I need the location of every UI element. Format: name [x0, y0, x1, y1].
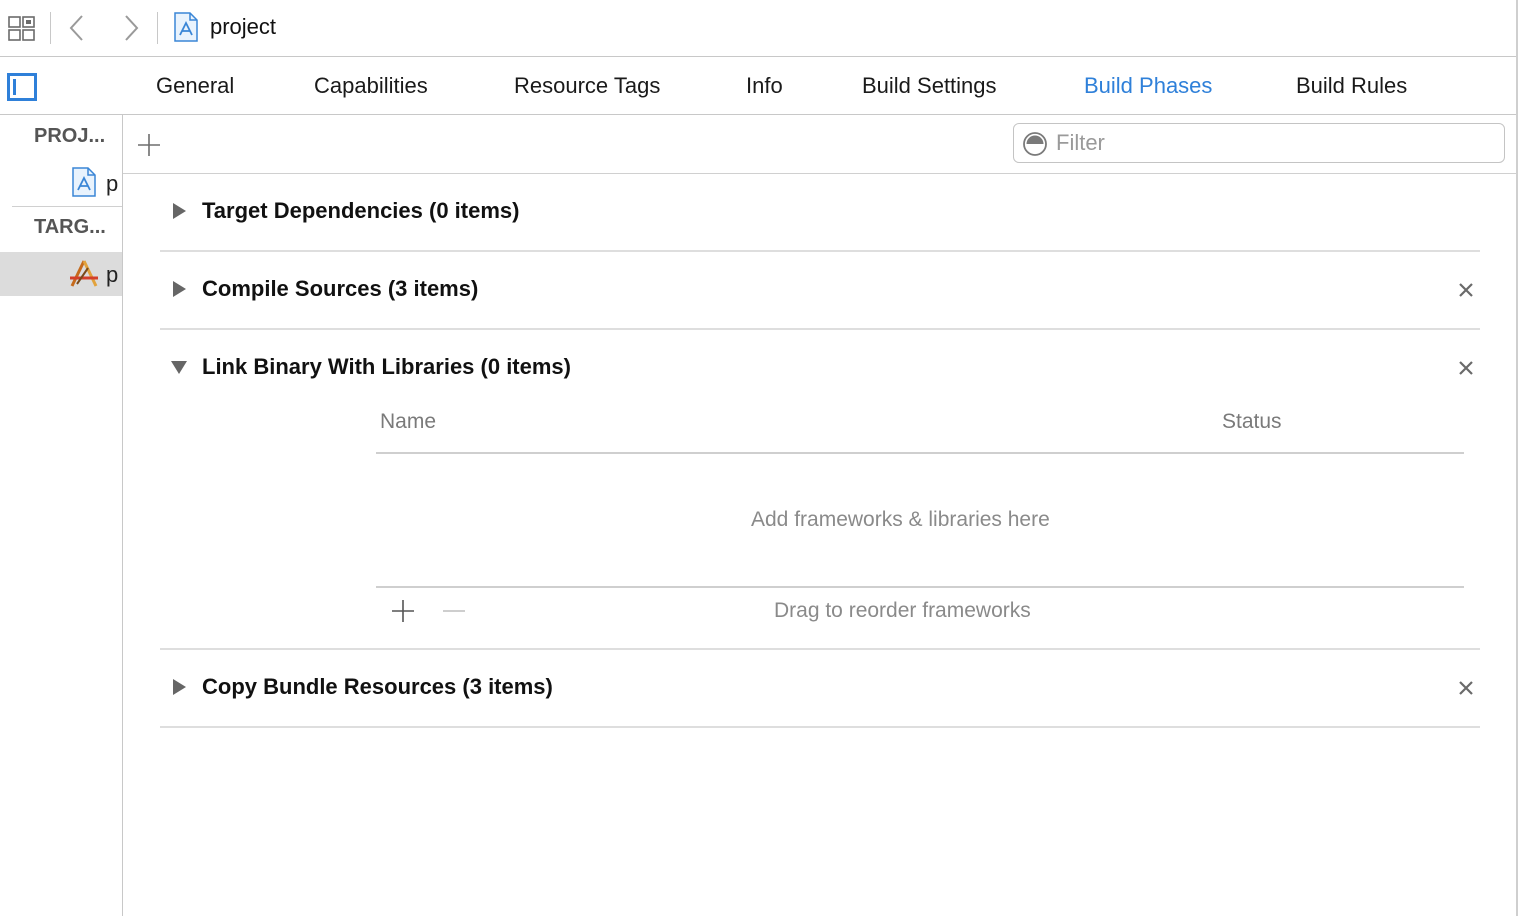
remove-phase-close-icon[interactable]	[1456, 358, 1476, 378]
empty-table-message: Add frameworks & libraries here	[751, 508, 1050, 531]
sidebar-item-label: p	[106, 262, 119, 287]
add-library-button[interactable]	[391, 599, 415, 623]
table-footer-divider	[376, 586, 1464, 588]
sidebar-item-project[interactable]: p	[0, 161, 122, 205]
disclosure-expanded-icon[interactable]	[170, 358, 188, 376]
phase-divider	[160, 250, 1480, 252]
toolbar-divider	[157, 12, 158, 44]
phase-divider	[160, 726, 1480, 728]
column-header-status[interactable]: Status	[1222, 410, 1282, 434]
sidebar-section-targets: TARG...	[34, 216, 106, 238]
tab-build-settings[interactable]: Build Settings	[862, 73, 997, 99]
phase-title-compile-sources[interactable]: Compile Sources (3 items)	[202, 276, 478, 302]
sidebar-item-label: p	[106, 171, 119, 196]
remove-phase-close-icon[interactable]	[1456, 280, 1476, 300]
project-file-icon	[72, 167, 96, 197]
filter-input[interactable]	[1056, 130, 1486, 156]
tab-info[interactable]: Info	[746, 73, 783, 99]
tab-build-rules[interactable]: Build Rules	[1296, 73, 1407, 99]
breadcrumb-project[interactable]: project	[210, 14, 276, 40]
disclosure-collapsed-icon[interactable]	[170, 280, 188, 298]
tab-general[interactable]: General	[156, 73, 234, 99]
remove-phase-close-icon[interactable]	[1456, 678, 1476, 698]
reorder-hint: Drag to reorder frameworks	[774, 599, 1031, 622]
sidebar-section-project: PROJ...	[34, 125, 106, 147]
phases-toolbar	[123, 115, 1518, 174]
phase-divider	[160, 648, 1480, 650]
phase-divider	[160, 328, 1480, 330]
remove-library-button[interactable]	[442, 599, 466, 623]
phase-title-link-binary[interactable]: Link Binary With Libraries (0 items)	[202, 354, 571, 380]
tab-capabilities[interactable]: Capabilities	[314, 73, 428, 99]
project-file-icon	[174, 12, 198, 42]
phase-title-copy-bundle-resources[interactable]: Copy Bundle Resources (3 items)	[202, 674, 553, 700]
app-target-icon	[68, 259, 100, 289]
toolbar-divider	[50, 12, 51, 44]
filter-icon	[1022, 131, 1048, 157]
filter-field[interactable]	[1013, 123, 1505, 163]
column-header-name[interactable]: Name	[380, 410, 436, 434]
sidebar-item-target[interactable]: p	[0, 252, 122, 296]
grid-icon[interactable]	[8, 16, 36, 42]
sidebar-toggle-icon[interactable]	[7, 73, 37, 101]
add-phase-button[interactable]	[137, 133, 161, 157]
sidebar-divider	[12, 206, 122, 207]
tab-resource-tags[interactable]: Resource Tags	[514, 73, 660, 99]
disclosure-collapsed-icon[interactable]	[170, 202, 188, 220]
tab-build-phases[interactable]: Build Phases	[1084, 73, 1212, 99]
project-sidebar: PROJ... p TARG... p	[0, 115, 123, 916]
phase-title-target-dependencies[interactable]: Target Dependencies (0 items)	[202, 198, 519, 224]
disclosure-collapsed-icon[interactable]	[170, 678, 188, 696]
table-header-divider	[376, 452, 1464, 454]
back-arrow-icon[interactable]	[66, 14, 88, 42]
forward-arrow-icon[interactable]	[120, 14, 142, 42]
jump-bar: project	[0, 0, 1518, 57]
editor-tab-bar: General Capabilities Resource Tags Info …	[0, 57, 1518, 115]
